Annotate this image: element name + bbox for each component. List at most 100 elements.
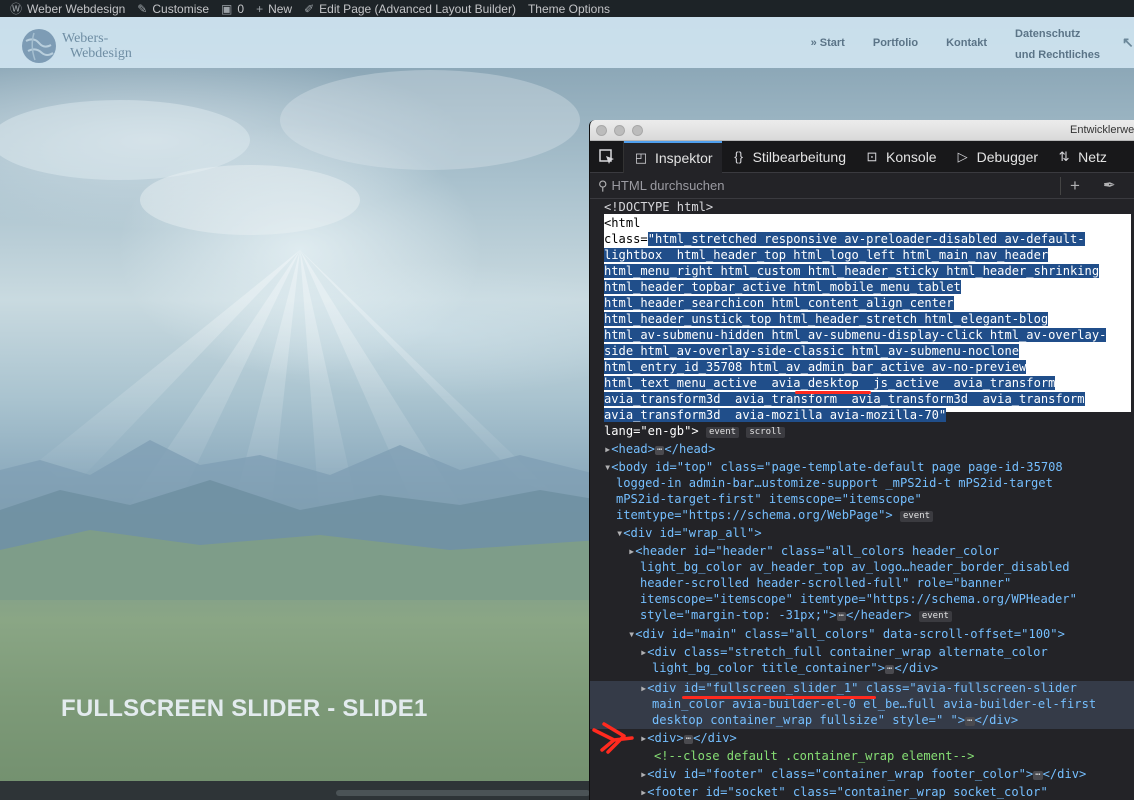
slide-caption: FULLSCREEN SLIDER - SLIDE1 bbox=[61, 695, 428, 722]
tree-class-line: lightbox html_header_top html_logo_left … bbox=[604, 248, 1049, 264]
tree-header-line: itemscope="itemscope" itemtype="https://… bbox=[640, 592, 1077, 608]
admin-bar-new[interactable]: + New bbox=[256, 2, 292, 16]
ellipsis-icon[interactable]: ⋯ bbox=[654, 446, 665, 455]
devtools-titlebar[interactable]: Entwicklerwe bbox=[590, 120, 1134, 141]
nav-kontakt[interactable]: Kontakt bbox=[946, 37, 987, 49]
search-icon: ⚲ bbox=[598, 177, 608, 193]
slider-tag-line: main_color avia-builder-el-0 el_be…full … bbox=[652, 697, 1097, 711]
tree-fullscreen-slider[interactable]: ▸<div id="fullscreen_slider_1" class="av… bbox=[640, 681, 1077, 697]
nav-datenschutz-line-2: und Rechtliches bbox=[1015, 48, 1100, 61]
nav-portfolio[interactable]: Portfolio bbox=[873, 37, 918, 49]
eyedropper-icon[interactable]: ✒ bbox=[1103, 176, 1116, 194]
wordpress-icon: Ⓦ bbox=[10, 2, 23, 16]
tree-stretch-line: light_bg_color title_container"> ⋯ </div> bbox=[652, 661, 938, 677]
scroll-badge[interactable]: scroll bbox=[746, 427, 785, 438]
header-tag-line: header-scrolled header-scrolled-full" ro… bbox=[640, 576, 1012, 590]
tree-html-open[interactable]: <html bbox=[604, 216, 640, 232]
tree-doctype[interactable]: <!DOCTYPE html> bbox=[604, 200, 713, 216]
plus-icon: + bbox=[256, 1, 264, 16]
admin-bar-theme-options[interactable]: Theme Options bbox=[528, 2, 610, 16]
event-badge[interactable]: event bbox=[705, 427, 740, 438]
console-icon: ⊡ bbox=[866, 148, 878, 164]
horizontal-scrollbar[interactable] bbox=[336, 790, 590, 796]
event-badge[interactable]: event bbox=[899, 511, 934, 522]
nav-datenschutz[interactable]: Datenschutz und Rechtliches bbox=[1015, 24, 1100, 66]
tab-network[interactable]: ⇅ Netz bbox=[1047, 141, 1116, 173]
ellipsis-icon[interactable]: ⋯ bbox=[965, 717, 975, 726]
tree-wrap-all[interactable]: ▾<div id="wrap_all"> bbox=[616, 526, 762, 542]
admin-bar-customise[interactable]: ✎ Customise bbox=[137, 2, 209, 16]
event-badge[interactable]: event bbox=[918, 611, 952, 622]
html-open-text: <html bbox=[604, 216, 641, 230]
main-navigation: » Start Portfolio Kontakt Datenschutz un… bbox=[783, 17, 1134, 68]
tree-header[interactable]: ▸<header id="header" class="all_colors h… bbox=[628, 544, 999, 560]
tab-style-editor[interactable]: {} Stilbearbeitung bbox=[722, 141, 855, 173]
tree-slider-line: desktop container_wrap fullsize" style="… bbox=[652, 713, 1018, 729]
div-close-tag: </div> bbox=[693, 731, 737, 745]
tab-debugger[interactable]: ▷ Debugger bbox=[946, 141, 1048, 173]
tree-html-lang: lang="en-gb"> event scroll bbox=[604, 424, 785, 440]
tab-inspector[interactable]: ◰ Inspektor bbox=[624, 140, 722, 173]
site-logo[interactable]: Webers- Webdesign bbox=[20, 27, 132, 65]
admin-bar-customise-label: Customise bbox=[152, 1, 210, 16]
admin-bar-comments[interactable]: ▣ 0 bbox=[221, 2, 244, 16]
ellipsis-icon[interactable]: ⋯ bbox=[683, 735, 694, 744]
tree-comment[interactable]: <!--close default .container_wrap elemen… bbox=[654, 749, 974, 765]
comment-text: <!--close default .container_wrap elemen… bbox=[654, 749, 975, 763]
class-line: avia_transform3d avia_transform avia_tra… bbox=[604, 392, 1085, 406]
pencil-icon: ✐ bbox=[304, 1, 315, 16]
markup-tree: <!DOCTYPE html> <html class="html_stretc… bbox=[590, 200, 1134, 800]
html-search-input[interactable]: HTML durchsuchen bbox=[612, 178, 725, 193]
tree-header-line: header-scrolled header-scrolled-full" ro… bbox=[640, 576, 1011, 592]
minimize-window-button[interactable] bbox=[614, 125, 625, 136]
element-picker-button[interactable] bbox=[590, 140, 624, 173]
class-line: html_header_topbar_active html_mobile_me… bbox=[604, 280, 961, 294]
class-line: html_text_menu_active avia_desktop js_ac… bbox=[604, 376, 1056, 390]
header-tag-line: light_bg_color av_header_top av_logo…hea… bbox=[640, 560, 1070, 574]
nav-start[interactable]: » Start bbox=[811, 37, 845, 49]
nav-datenschutz-line-1: Datenschutz bbox=[1015, 27, 1081, 40]
div-close-tag: </div> bbox=[1042, 767, 1087, 781]
wp-admin-bar: Ⓦ Weber Webdesign ✎ Customise ▣ 0 + New … bbox=[0, 0, 1134, 17]
tree-footer[interactable]: ▸<div id="footer" class="container_wrap … bbox=[640, 767, 1086, 783]
class-line: lightbox html_header_top html_logo_left … bbox=[604, 248, 1049, 262]
tree-plain-div[interactable]: ▸<div> ⋯ </div> bbox=[640, 731, 737, 747]
tab-debugger-label: Debugger bbox=[976, 148, 1039, 165]
tree-body[interactable]: ▾<body id="top" class="page-template-def… bbox=[604, 460, 1063, 476]
red-underline-annotation bbox=[795, 391, 871, 394]
tree-html-class-attr[interactable]: class="html_stretched responsive av-prel… bbox=[604, 232, 1085, 248]
debugger-icon: ▷ bbox=[957, 148, 968, 164]
class-line: avia_transform3d avia-mozilla avia-mozil… bbox=[604, 408, 947, 422]
maximize-window-button[interactable] bbox=[632, 125, 643, 136]
element-picker-icon bbox=[598, 148, 614, 164]
admin-bar-new-label: New bbox=[268, 1, 293, 16]
stretch-tag-line: <div class="stretch_full container_wrap … bbox=[647, 645, 1048, 659]
footer-tag: <div id="footer" class="container_wrap f… bbox=[647, 767, 1034, 781]
add-node-button[interactable]: + bbox=[1070, 176, 1080, 196]
class-line: side html_av-overlay-side-classic html_a… bbox=[604, 344, 1020, 358]
tree-class-line: html_header_topbar_active html_mobile_me… bbox=[604, 280, 961, 296]
arrow-icon: ↖ bbox=[1122, 34, 1134, 50]
comment-icon: ▣ bbox=[221, 1, 233, 16]
mountain-range bbox=[0, 440, 600, 600]
tab-console[interactable]: ⊡ Konsole bbox=[855, 141, 946, 173]
close-window-button[interactable] bbox=[596, 125, 607, 136]
admin-bar-edit-page[interactable]: ✐ Edit Page (Advanced Layout Builder) bbox=[304, 2, 516, 16]
tree-class-line: avia_transform3d avia-mozilla avia-mozil… bbox=[604, 408, 947, 424]
tree-header-line: light_bg_color av_header_top av_logo…hea… bbox=[640, 560, 1070, 576]
brush-icon: ✎ bbox=[137, 1, 148, 16]
ellipsis-icon[interactable]: ⋯ bbox=[1033, 771, 1043, 780]
tree-main[interactable]: ▾<div id="main" class="all_colors" data-… bbox=[628, 627, 1065, 643]
tree-head[interactable]: ▸<head> ⋯ </head> bbox=[604, 442, 715, 458]
tree-stretch-full[interactable]: ▸<div class="stretch_full container_wrap… bbox=[640, 645, 1048, 661]
ellipsis-icon[interactable]: ⋯ bbox=[885, 665, 895, 674]
admin-bar-site-link[interactable]: Ⓦ Weber Webdesign bbox=[10, 0, 125, 17]
body-tag-line: <body id="top" class="page-template-defa… bbox=[611, 460, 1063, 474]
tree-socket[interactable]: ▸<footer id="socket" class="container_wr… bbox=[640, 785, 1048, 800]
admin-bar-theme-options-label: Theme Options bbox=[527, 1, 611, 16]
tree-class-line: html_av-submenu-hidden html_av-submenu-d… bbox=[604, 328, 1107, 344]
tree-header-line: style="margin-top: -31px;"> ⋯ </header> ev… bbox=[640, 608, 952, 624]
ellipsis-icon[interactable]: ⋯ bbox=[836, 612, 847, 621]
logo-line-2: Webdesign bbox=[70, 46, 132, 61]
tree-class-line: avia_transform3d avia_transform avia_tra… bbox=[604, 392, 1085, 408]
